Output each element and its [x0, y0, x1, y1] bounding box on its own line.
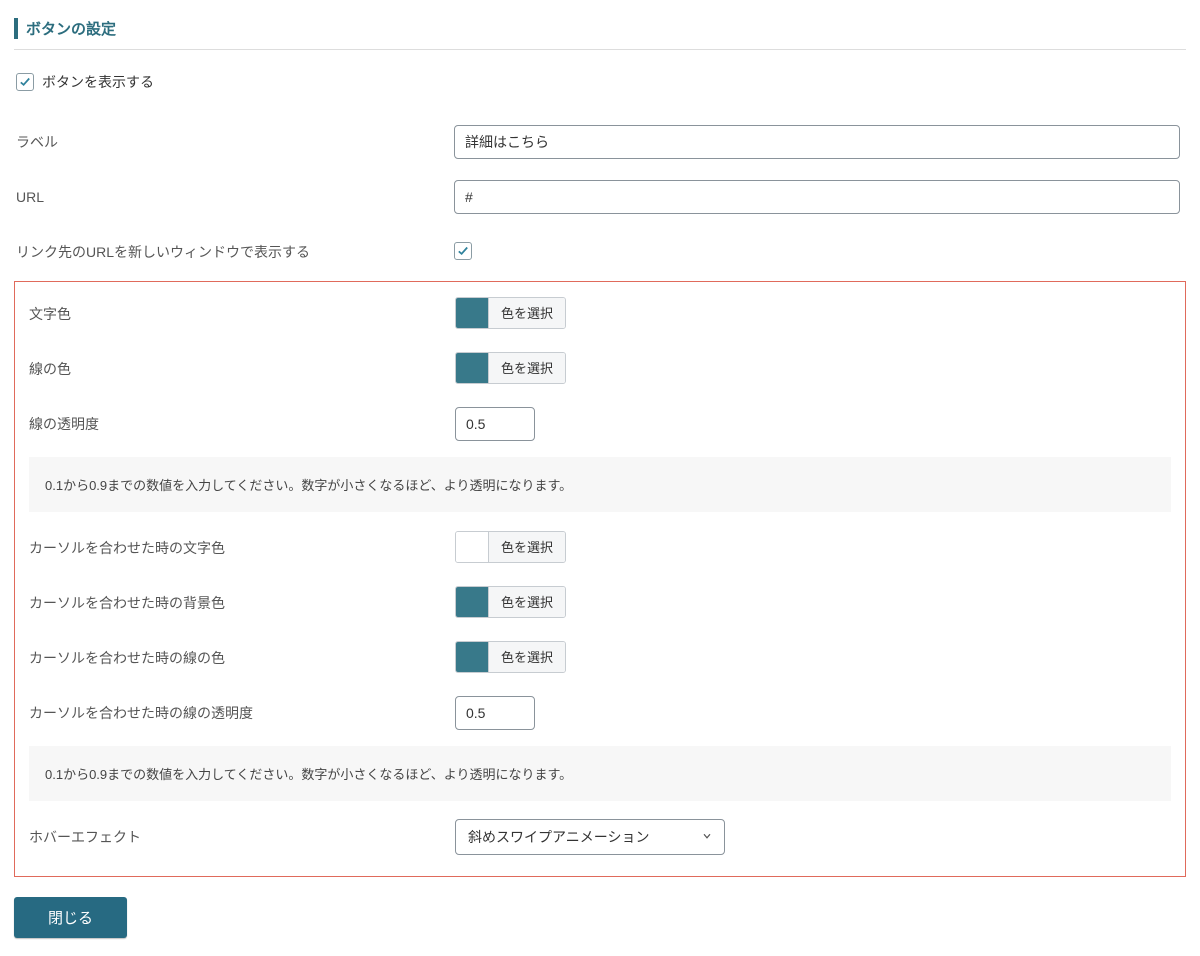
- hover-line-opacity-label: カーソルを合わせた時の線の透明度: [15, 703, 455, 723]
- new-window-row: リンク先のURLを新しいウィンドウで表示する: [14, 224, 1186, 279]
- divider: [14, 49, 1186, 50]
- hover-effect-row: ホバーエフェクト 斜めスワイプアニメーション: [15, 809, 1185, 864]
- color-swatch-icon: [456, 532, 488, 562]
- show-button-row: ボタンを表示する: [14, 70, 1186, 114]
- hover-text-color-label: カーソルを合わせた時の文字色: [15, 538, 455, 558]
- hover-line-color-row: カーソルを合わせた時の線の色 色を選択: [15, 630, 1185, 685]
- line-opacity-input[interactable]: [455, 407, 535, 441]
- color-select-button-label: 色を選択: [488, 353, 565, 383]
- text-color-row: 文字色 色を選択: [15, 286, 1185, 341]
- hover-effect-select[interactable]: 斜めスワイプアニメーション: [455, 819, 725, 855]
- label-field-label: ラベル: [14, 132, 454, 152]
- hover-bg-color-picker[interactable]: 色を選択: [455, 586, 566, 618]
- hover-bg-color-row: カーソルを合わせた時の背景色 色を選択: [15, 575, 1185, 630]
- text-color-label: 文字色: [15, 304, 455, 324]
- line-color-picker[interactable]: 色を選択: [455, 352, 566, 384]
- hover-line-opacity-input[interactable]: [455, 696, 535, 730]
- hover-text-color-picker[interactable]: 色を選択: [455, 531, 566, 563]
- color-swatch-icon: [456, 353, 488, 383]
- hover-line-color-label: カーソルを合わせた時の線の色: [15, 648, 455, 668]
- url-field-label: URL: [14, 189, 454, 205]
- hover-line-color-picker[interactable]: 色を選択: [455, 641, 566, 673]
- color-swatch-icon: [456, 642, 488, 672]
- hover-line-opacity-row: カーソルを合わせた時の線の透明度: [15, 685, 1185, 740]
- line-opacity-help: 0.1から0.9までの数値を入力してください。数字が小さくなるほど、より透明にな…: [29, 457, 1171, 512]
- hover-effect-select-wrap: 斜めスワイプアニメーション: [455, 819, 725, 855]
- color-select-button-label: 色を選択: [488, 532, 565, 562]
- check-icon: [456, 244, 470, 258]
- hover-bg-color-label: カーソルを合わせた時の背景色: [15, 593, 455, 613]
- color-select-button-label: 色を選択: [488, 587, 565, 617]
- label-row: ラベル: [14, 114, 1186, 169]
- color-select-button-label: 色を選択: [488, 642, 565, 672]
- line-color-row: 線の色 色を選択: [15, 341, 1185, 396]
- highlighted-group: 文字色 色を選択 線の色 色を選択 線の透明度 0.1から0.9までの数値を入力…: [14, 281, 1186, 877]
- hover-effect-label: ホバーエフェクト: [15, 827, 455, 847]
- line-color-label: 線の色: [15, 359, 455, 379]
- url-input[interactable]: [454, 180, 1180, 214]
- new-window-checkbox[interactable]: [454, 242, 472, 260]
- text-color-picker[interactable]: 色を選択: [455, 297, 566, 329]
- line-opacity-row: 線の透明度: [15, 396, 1185, 451]
- hover-line-opacity-help: 0.1から0.9までの数値を入力してください。数字が小さくなるほど、より透明にな…: [29, 746, 1171, 801]
- color-swatch-icon: [456, 298, 488, 328]
- label-input[interactable]: [454, 125, 1180, 159]
- check-icon: [18, 75, 32, 89]
- section-title: ボタンの設定: [14, 18, 1186, 39]
- new-window-label: リンク先のURLを新しいウィンドウで表示する: [14, 242, 454, 262]
- show-button-checkbox[interactable]: [16, 73, 34, 91]
- color-select-button-label: 色を選択: [488, 298, 565, 328]
- color-swatch-icon: [456, 587, 488, 617]
- show-button-label: ボタンを表示する: [42, 72, 154, 92]
- hover-text-color-row: カーソルを合わせた時の文字色 色を選択: [15, 520, 1185, 575]
- url-row: URL: [14, 169, 1186, 224]
- line-opacity-label: 線の透明度: [15, 414, 455, 434]
- close-button[interactable]: 閉じる: [14, 897, 127, 938]
